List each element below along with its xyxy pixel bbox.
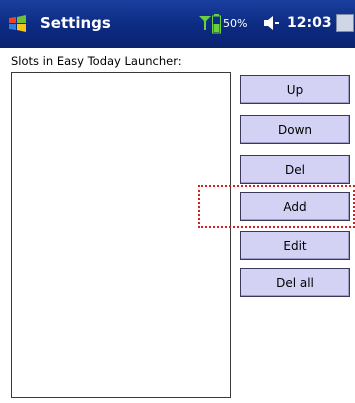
volume-icon[interactable] xyxy=(262,14,280,32)
clock-time[interactable]: 12:03 xyxy=(287,15,332,31)
add-button[interactable]: Add xyxy=(240,192,350,221)
close-icon[interactable] xyxy=(336,14,354,32)
slots-list-label: Slots in Easy Today Launcher: xyxy=(11,54,182,68)
up-button[interactable]: Up xyxy=(240,75,350,104)
battery-icon[interactable] xyxy=(212,14,221,34)
window-title: Settings xyxy=(40,14,111,32)
edit-button[interactable]: Edit xyxy=(240,231,350,260)
delete-button[interactable]: Del xyxy=(240,155,350,184)
battery-percentage: 50% xyxy=(223,17,248,30)
slots-listbox[interactable] xyxy=(11,72,231,398)
delete-all-button[interactable]: Del all xyxy=(240,268,350,297)
down-button[interactable]: Down xyxy=(240,115,350,144)
signal-icon[interactable] xyxy=(198,14,212,34)
title-bar: Settings 50% 12:03 xyxy=(0,0,355,48)
windows-start-icon[interactable] xyxy=(7,13,29,35)
settings-screen: Settings 50% 12:03 Slots in Easy Today L… xyxy=(0,0,355,403)
